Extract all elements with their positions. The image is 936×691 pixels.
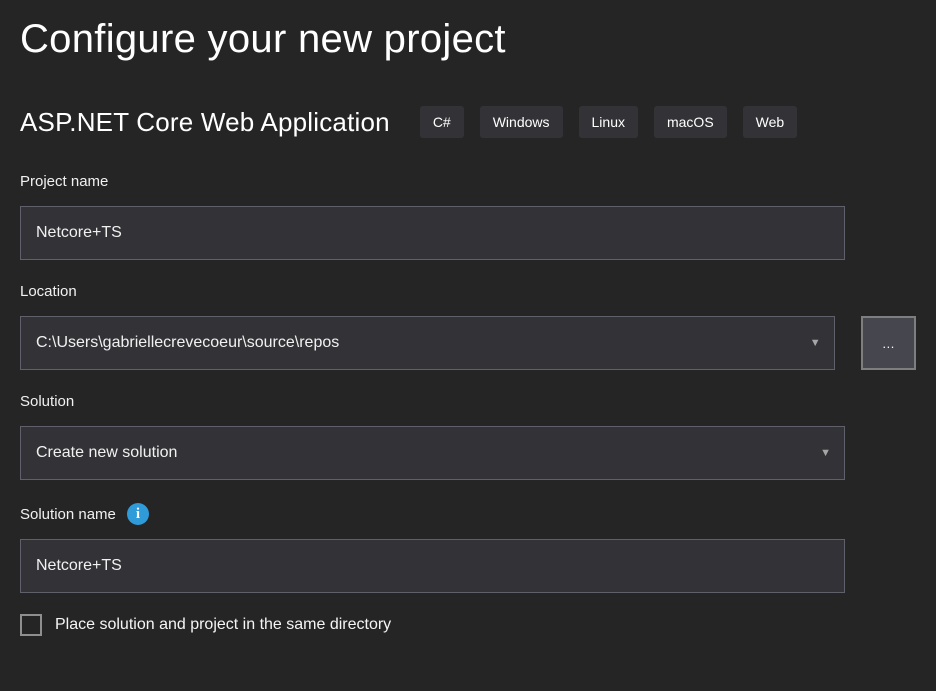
same-directory-checkbox-row[interactable]: Place solution and project in the same d…: [20, 614, 916, 636]
tag-macos: macOS: [654, 106, 727, 138]
location-value: C:\Users\gabriellecrevecoeur\source\repo…: [36, 334, 339, 352]
project-name-input[interactable]: [20, 206, 845, 260]
solution-name-label: Solution name: [20, 506, 116, 523]
solution-field: Solution Create new solution ▼: [20, 393, 916, 480]
solution-value: Create new solution: [36, 444, 177, 462]
project-name-label: Project name: [20, 173, 916, 190]
chevron-down-icon: ▼: [820, 448, 831, 459]
solution-label: Solution: [20, 393, 916, 410]
tag-linux: Linux: [579, 106, 638, 138]
location-label: Location: [20, 283, 916, 300]
solution-name-field: Solution name i: [20, 503, 916, 593]
configure-new-project-dialog: Configure your new project ASP.NET Core …: [0, 0, 936, 691]
solution-name-input[interactable]: [20, 539, 845, 593]
tag-web: Web: [743, 106, 798, 138]
solution-combobox[interactable]: Create new solution ▼: [20, 426, 845, 480]
page-title: Configure your new project: [20, 14, 916, 64]
same-directory-checkbox[interactable]: [20, 614, 42, 636]
template-name: ASP.NET Core Web Application: [20, 107, 390, 138]
template-info-row: ASP.NET Core Web Application C# Windows …: [20, 106, 916, 138]
tag-windows: Windows: [480, 106, 563, 138]
browse-location-button[interactable]: …: [861, 316, 916, 370]
same-directory-label: Place solution and project in the same d…: [55, 616, 391, 634]
project-name-field: Project name: [20, 173, 916, 260]
location-combobox[interactable]: C:\Users\gabriellecrevecoeur\source\repo…: [20, 316, 835, 370]
tag-csharp: C#: [420, 106, 464, 138]
info-icon[interactable]: i: [127, 503, 149, 525]
chevron-down-icon: ▼: [810, 338, 821, 349]
location-field: Location C:\Users\gabriellecrevecoeur\so…: [20, 283, 916, 370]
